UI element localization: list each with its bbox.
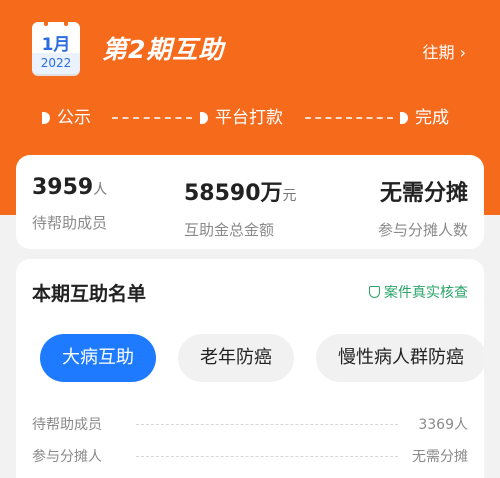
stat-label: 待帮助成员 <box>32 214 108 232</box>
stat-total-amount: 58590万元 互助金总金额 <box>184 175 297 240</box>
step-connector <box>305 117 393 119</box>
case-verify-link[interactable]: 案件真实核查 <box>369 282 468 302</box>
section-title: 本期互助名单 <box>32 283 147 305</box>
past-periods-link[interactable]: 往期 › <box>423 39 467 63</box>
stat-value: 58590万 <box>184 181 283 206</box>
step-announce: 公示 <box>42 103 91 128</box>
row-label: 参与分摊人 <box>32 449 102 465</box>
step-marker-icon <box>400 112 408 124</box>
stat-label: 参与分摊人数 <box>377 221 468 239</box>
tab-elderly-cancer[interactable]: 老年防癌 <box>178 334 294 382</box>
stat-value: 无需分摊 <box>379 181 468 206</box>
stat-value: 3959 <box>32 175 94 200</box>
step-payout: 平台打款 <box>200 103 283 128</box>
stat-share-count: 无需分摊 参与分摊人数 <box>378 175 468 240</box>
calendar-year: 2022 <box>32 53 80 74</box>
step-marker-icon <box>200 112 208 124</box>
step-connector <box>112 117 192 119</box>
stat-members: 3959人 待帮助成员 <box>32 175 107 233</box>
row-value: 无需分摊 <box>412 449 468 465</box>
step-complete: 完成 <box>400 103 449 128</box>
row-value: 3369人 <box>418 417 468 433</box>
stat-label: 互助金总金额 <box>184 221 275 239</box>
row-divider <box>136 424 398 425</box>
stat-unit: 人 <box>93 182 108 198</box>
shield-icon <box>369 286 380 298</box>
summary-card: 3959人 待帮助成员 58590万元 互助金总金额 无需分摊 参与分摊人数 <box>16 155 484 249</box>
calendar-icon: 1月 2022 <box>32 18 80 74</box>
tab-critical-illness[interactable]: 大病互助 <box>40 334 156 382</box>
mutual-aid-list-card: 本期互助名单 案件真实核查 大病互助 老年防癌 慢性病人群防癌 待帮助成员 33… <box>16 259 484 478</box>
calendar-month: 1月 <box>41 35 71 55</box>
page-title: 第2期互助 <box>102 35 225 64</box>
tab-chronic-cancer[interactable]: 慢性病人群防癌 <box>316 334 484 382</box>
progress-steps: 公示 平台打款 完成 <box>0 103 500 131</box>
stat-unit: 元 <box>282 188 297 204</box>
list-row: 参与分摊人 无需分摊 <box>32 446 468 468</box>
row-divider <box>136 456 398 457</box>
list-row: 待帮助成员 3369人 <box>32 414 468 436</box>
row-label: 待帮助成员 <box>32 417 102 433</box>
step-marker-icon <box>42 112 50 124</box>
